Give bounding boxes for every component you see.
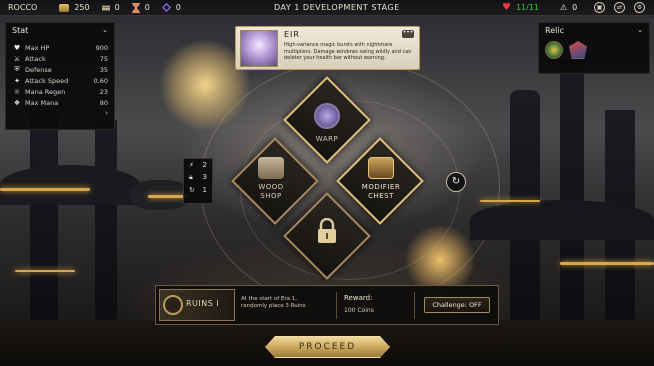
locked-content	[296, 218, 358, 244]
defense-icon: ⛨	[14, 65, 20, 73]
relic-orb-icon[interactable]	[545, 41, 563, 59]
stat-panel: Stat ⌄ ♥ Max HP 900 ⚔ Attack 75 ⛨ Defense 35 ✦…	[5, 22, 115, 130]
lock-icon	[318, 218, 336, 243]
ruins-icon	[163, 295, 183, 315]
gold-value: 250	[74, 3, 90, 12]
resource-2-value: 0	[114, 3, 120, 12]
expand-arrow-icon[interactable]: ›	[12, 109, 108, 117]
settings-icon[interactable]: ⚙	[634, 2, 645, 13]
relic-panel: Relic ⌄	[538, 22, 650, 74]
stat-row: ☼ Mana Regen 23	[13, 87, 108, 96]
player-name: ROCCO	[8, 3, 38, 12]
resource-4-value: 0	[175, 3, 181, 12]
reroll-icon: ↻	[189, 186, 195, 194]
warning-value: 0	[572, 3, 578, 12]
stat-row: ♥ Max HP 900	[13, 43, 108, 52]
hero-description: High-variance magic bursts with nightmar…	[284, 42, 412, 61]
stat-row: ⚔ Attack 75	[13, 54, 108, 63]
warning-icon: ⚠	[560, 3, 568, 12]
wood-shop-content: WOOD SHOP	[240, 157, 302, 201]
warning-counter: ⚠ 0	[560, 3, 577, 12]
collapse-icon[interactable]: ⌄	[102, 26, 108, 35]
challenge-toggle-button[interactable]: Challenge: OFF	[424, 297, 490, 313]
relic-crystal-icon[interactable]	[569, 41, 587, 59]
resource-counter-2: 0	[101, 3, 120, 13]
modifier-chest-label: MODIFIER CHEST	[361, 183, 401, 200]
shop-icon	[258, 157, 284, 179]
more-options-button[interactable]: •••	[402, 30, 414, 38]
top-bar: ROCCO 250 0 0 0 DAY 1 DEVELOPMENT STAGE …	[0, 0, 654, 16]
hero-portrait	[240, 30, 278, 67]
side-counter-box: ⚡ 2 🔒︎ 3 ↻ 1	[183, 158, 213, 204]
reward-label: Reward:	[344, 294, 373, 302]
coin-icon	[59, 3, 70, 12]
heart-icon: ♥	[502, 2, 511, 13]
resource-counter-3: 0	[131, 2, 150, 13]
event-description: At the start of Era 1, randomly place 3 …	[241, 296, 306, 309]
mana-regen-icon: ☼	[13, 87, 21, 96]
modifier-chest-content: MODIFIER CHEST	[350, 157, 412, 201]
stat-row: ⛨ Defense 35	[12, 64, 108, 75]
lock-small-icon: 🔒︎	[189, 173, 193, 181]
warp-portal-icon	[314, 103, 340, 129]
swap-icon[interactable]: ⇄	[614, 2, 625, 13]
heart-icon: ♥	[13, 43, 21, 52]
warp-label: WARP	[315, 135, 339, 143]
counter-row: ⚡ 2	[189, 161, 207, 169]
hp-counter: ♥ 11/11	[502, 2, 539, 13]
relic-title: Relic	[545, 26, 564, 35]
collapse-icon[interactable]: ⌄	[637, 26, 643, 35]
event-title: RUINS I	[186, 299, 220, 308]
divider	[414, 292, 415, 319]
stat-title: Stat	[12, 26, 29, 35]
hero-name: EIR	[284, 30, 300, 39]
max-mana-icon: ❖	[13, 98, 21, 107]
proceed-button[interactable]: PROCEED	[265, 336, 390, 358]
stage-title: DAY 1 DEVELOPMENT STAGE	[274, 3, 400, 12]
attack-icon: ⚔	[13, 54, 21, 63]
deck-icon[interactable]: ▣	[594, 2, 605, 13]
stat-row: ❖ Max Mana 80	[13, 98, 108, 107]
gem-icon	[161, 3, 171, 12]
stat-row: ✦ Attack Speed 0.60	[12, 75, 108, 86]
attack-speed-icon: ✦	[14, 76, 20, 85]
counter-row: ↻ 1	[189, 186, 207, 194]
chest-icon	[368, 157, 394, 179]
hp-value: 11/11	[515, 3, 540, 12]
event-bar: RUINS I At the start of Era 1, randomly …	[155, 285, 499, 325]
counter-row: 🔒︎ 3	[189, 173, 207, 181]
hero-card[interactable]: EIR ••• High-variance magic bursts with …	[235, 26, 420, 70]
resource-counter-4: 0	[161, 3, 181, 12]
refresh-button[interactable]: ↻	[446, 172, 466, 192]
reward-value: 100 Coins	[344, 307, 374, 314]
divider	[336, 292, 337, 319]
hourglass-icon	[131, 2, 140, 13]
wood-icon	[101, 5, 110, 10]
resource-3-value: 0	[144, 3, 150, 12]
warp-content: WARP	[296, 103, 358, 144]
wood-shop-label: WOOD SHOP	[258, 183, 284, 200]
gold-counter: 250	[59, 3, 90, 12]
event-badge: RUINS I	[159, 289, 235, 321]
bolt-icon: ⚡	[189, 161, 194, 169]
